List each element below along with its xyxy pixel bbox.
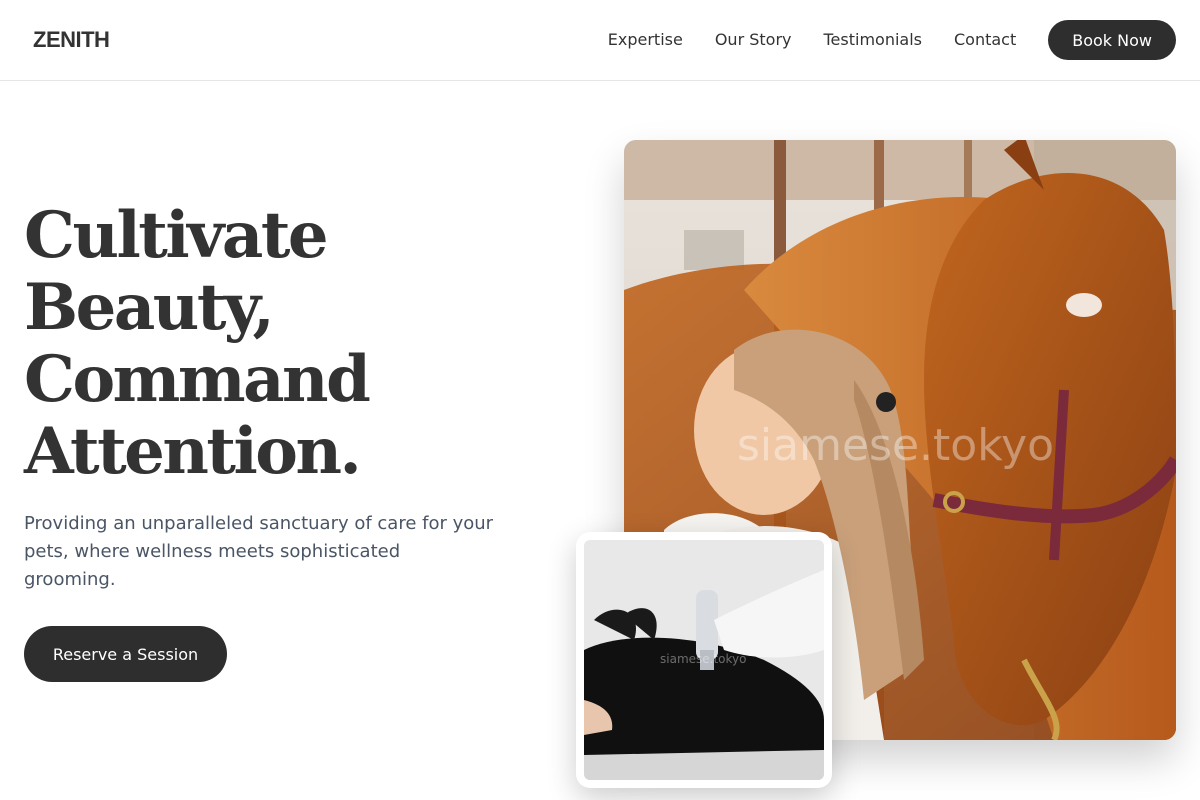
nav-link-expertise[interactable]: Expertise: [608, 20, 683, 60]
inset-photo-watermark: siamese.tokyo: [660, 652, 747, 666]
hero-subtitle: Providing an unparalleled sanctuary of c…: [24, 513, 494, 590]
inset-vet-photo: siamese.tokyo: [584, 540, 824, 780]
hero-heading-line-2: Beauty,: [24, 270, 275, 345]
main-photo-watermark: siamese.tokyo: [737, 420, 1055, 471]
brand-logo[interactable]: ZENITH: [33, 27, 110, 53]
book-now-button[interactable]: Book Now: [1048, 20, 1176, 60]
reserve-session-button[interactable]: Reserve a Session: [24, 626, 227, 682]
hero-heading-line-3: Command: [24, 342, 371, 417]
hero-heading-line-1: Cultivate: [24, 198, 329, 273]
inset-photo-card: siamese.tokyo: [576, 532, 832, 788]
main-nav: Expertise Our Story Testimonials Contact…: [608, 20, 1176, 60]
hero-heading: Cultivate Beauty, Command Attention.: [24, 200, 544, 488]
nav-link-our-story[interactable]: Our Story: [715, 20, 792, 60]
nav-link-contact[interactable]: Contact: [954, 20, 1016, 60]
hero-heading-line-4: Attention.: [24, 414, 362, 489]
nav-link-testimonials[interactable]: Testimonials: [824, 20, 923, 60]
top-navbar: ZENITH Expertise Our Story Testimonials …: [0, 0, 1200, 81]
